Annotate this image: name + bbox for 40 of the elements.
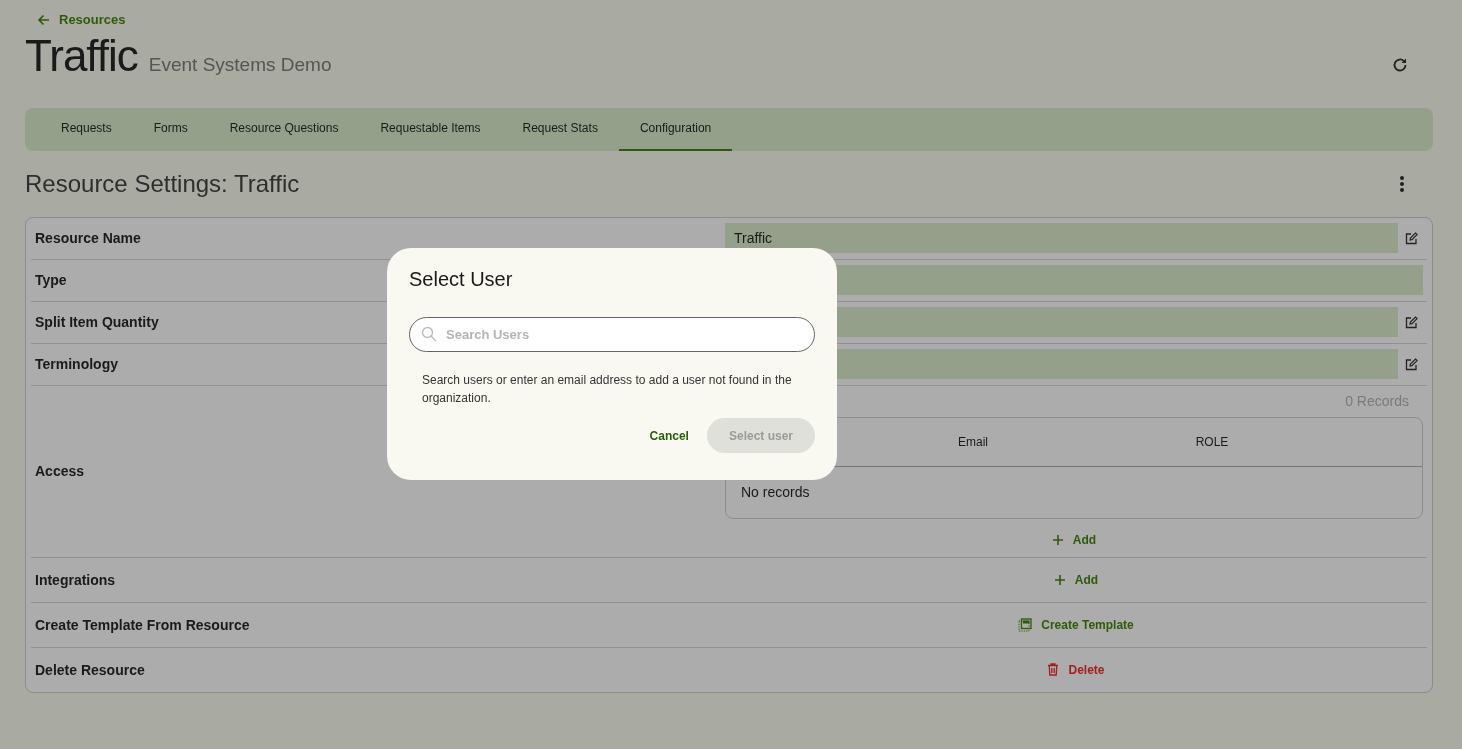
back-arrow-icon [37,12,51,27]
tab[interactable]: Resource Questions [208,107,360,151]
page-title: Traffic [25,30,138,81]
tab[interactable]: Requests [40,107,133,151]
page-subtitle: Event Systems Demo [148,53,332,76]
setting-label: Create Template From Resource [35,616,250,633]
template-icon [1018,617,1033,632]
setting-label: Delete Resource [35,661,145,678]
tab[interactable]: Forms [132,107,209,151]
empty-message: No records [741,484,810,500]
edit-icon[interactable] [1405,315,1418,329]
tab[interactable]: Requestable Items [359,107,502,151]
search-icon [421,326,437,342]
plus-icon [1051,533,1064,546]
trash-icon [1047,663,1060,676]
create-template-button[interactable]: Create Template [1014,615,1138,634]
setting-label: Resource Name [35,230,141,246]
edit-icon[interactable] [1405,231,1418,245]
value-field[interactable]: Traffic [725,223,1398,253]
back-link[interactable]: Resources [37,12,126,27]
tab[interactable]: Request Stats [501,107,619,151]
plus-icon [1053,573,1066,586]
section-title: Resource Settings: Traffic [25,169,300,198]
delete-button[interactable]: Delete [1043,660,1109,679]
dialog-title: Select User [409,268,514,291]
tab[interactable]: Configuration [618,107,733,151]
add-button[interactable]: Add [1049,570,1103,589]
column-header: Email [958,434,988,449]
column-header: ROLE [1195,434,1229,449]
setting-label: Split Item Quantity [35,314,159,330]
setting-label: Type [35,272,67,288]
edit-icon[interactable] [1405,357,1418,371]
cancel-button[interactable]: Cancel [647,418,691,453]
setting-label: Terminology [35,356,118,372]
search-field[interactable]: Search Users [409,317,815,352]
more-options-icon[interactable] [1399,174,1405,193]
add-button[interactable]: Add [1047,530,1101,549]
help-text: Search users or enter an email address to add a user not found in the organization. [422,372,793,407]
setting-label: Access [35,463,85,479]
setting-label: Integrations [35,571,116,588]
